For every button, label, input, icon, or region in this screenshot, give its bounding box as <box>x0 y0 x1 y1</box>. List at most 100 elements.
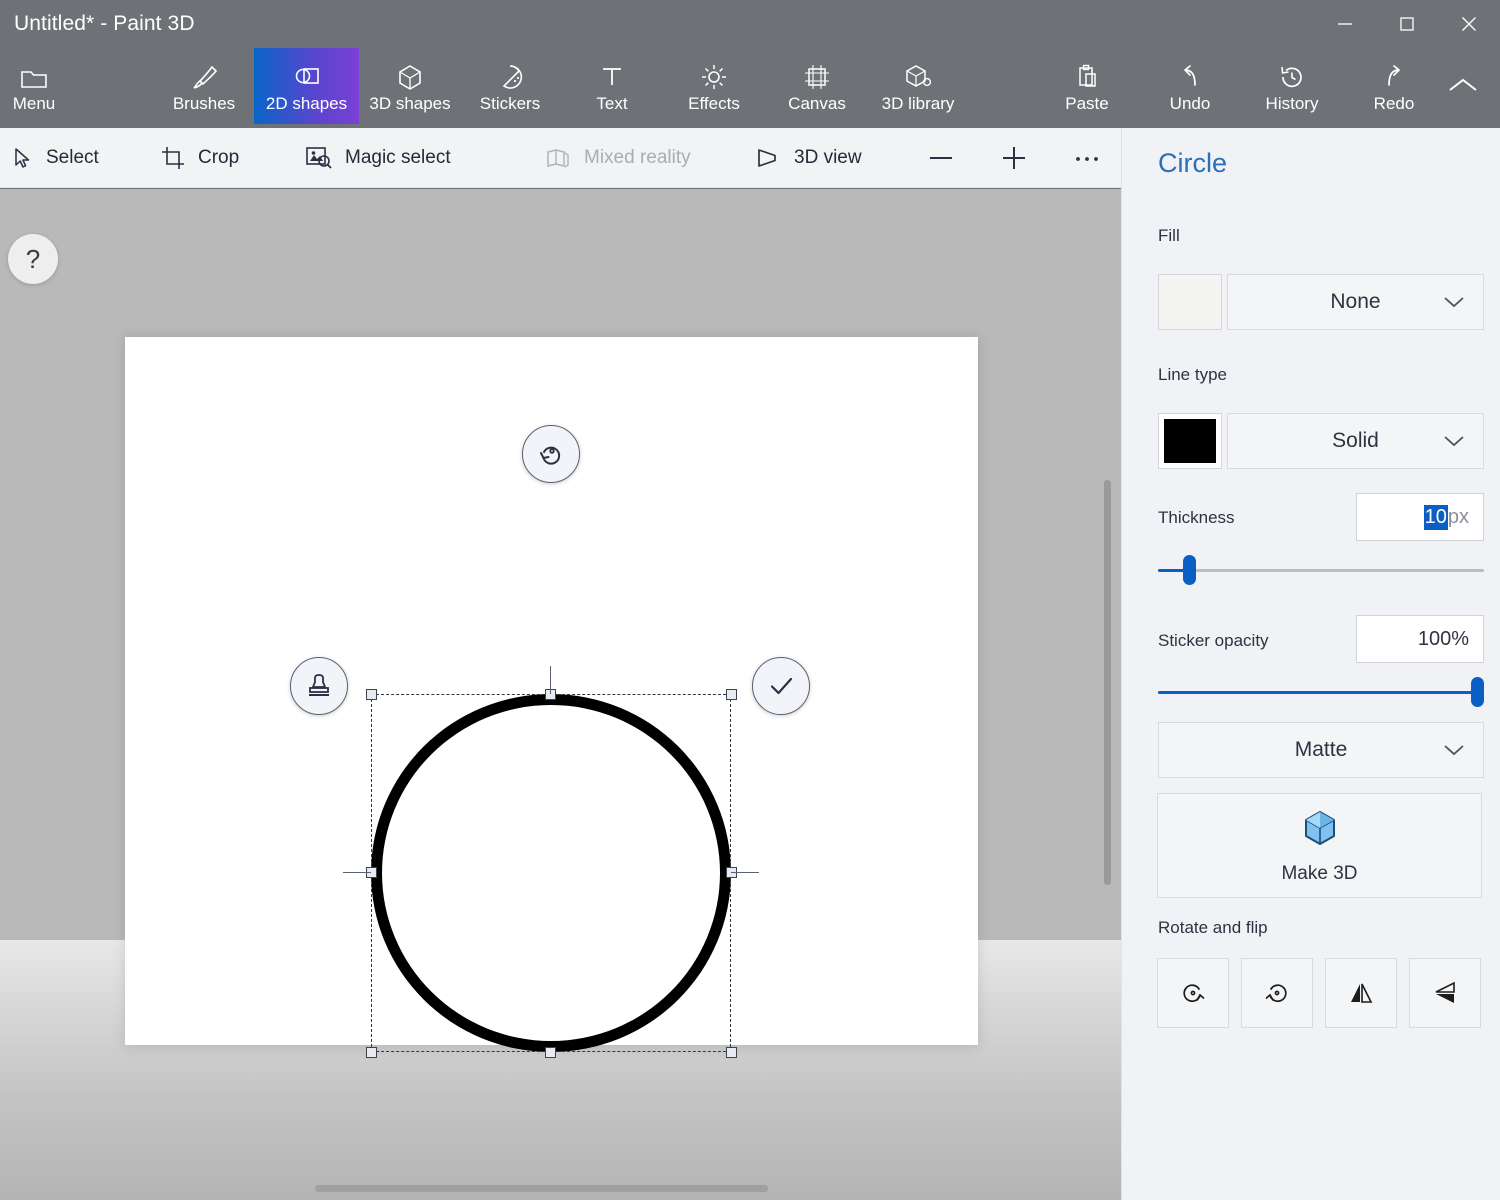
effects-sun-icon <box>699 58 729 92</box>
rotate-left-button[interactable] <box>1157 958 1229 1028</box>
help-button[interactable]: ? <box>8 234 58 284</box>
ribbon-item-canvas[interactable]: Canvas <box>772 48 862 124</box>
ribbon-collapse-button[interactable] <box>1434 48 1492 124</box>
ribbon-item-history[interactable]: History <box>1240 48 1344 124</box>
line-color-fill <box>1164 419 1216 463</box>
rotate-handle-connector <box>550 666 551 694</box>
resize-handle-bottom-left[interactable] <box>366 1047 377 1058</box>
tool-3d-view[interactable]: 3D view <box>754 128 862 187</box>
vertical-scrollbar-thumb[interactable] <box>1104 480 1111 885</box>
stamp-handle[interactable] <box>290 657 348 715</box>
minimize-icon <box>1338 23 1352 25</box>
tool-mixed-reality[interactable]: Mixed reality <box>544 128 691 187</box>
flip-vertical-button[interactable] <box>1409 958 1481 1028</box>
canvas-workspace[interactable]: ? <box>0 189 1121 1200</box>
ribbon-label-history: History <box>1265 94 1319 113</box>
flip-vertical-icon <box>1435 981 1455 1003</box>
selection-bounding-box <box>371 694 731 1052</box>
mixed-reality-icon <box>544 146 572 170</box>
minus-icon <box>924 141 958 175</box>
checkmark-icon <box>770 677 793 695</box>
zoom-out-button[interactable] <box>915 128 967 187</box>
horizontal-scrollbar-thumb[interactable] <box>315 1185 768 1192</box>
tool-crop[interactable]: Crop <box>160 128 239 187</box>
ribbon-item-3d-shapes[interactable]: 3D shapes <box>360 48 460 124</box>
help-question-glyph: ? <box>25 243 41 274</box>
ribbon-item-text[interactable]: Text <box>578 48 646 124</box>
opacity-slider-fill <box>1158 691 1484 694</box>
confirm-handle-connector <box>731 872 759 873</box>
chevron-down-icon <box>1443 743 1465 757</box>
shapes-2d-icon <box>292 58 322 92</box>
opacity-slider-thumb[interactable] <box>1471 677 1484 707</box>
tool-select[interactable]: Select <box>10 128 99 187</box>
line-type-dropdown[interactable]: Solid <box>1227 413 1484 469</box>
opacity-value: 100% <box>1417 627 1469 650</box>
sticker-icon <box>495 58 525 92</box>
minimize-button[interactable] <box>1314 0 1376 48</box>
3d-view-icon <box>754 145 782 171</box>
ribbon-item-stickers[interactable]: Stickers <box>464 48 556 124</box>
opacity-label: Sticker opacity <box>1158 631 1269 650</box>
thickness-label: Thickness <box>1158 508 1235 527</box>
rotate-right-button[interactable] <box>1241 958 1313 1028</box>
paint3d-window: Untitled* - Paint 3D Menu Brushes 2D sha… <box>0 0 1500 1200</box>
ribbon-item-undo[interactable]: Undo <box>1143 48 1237 124</box>
rotate-handle[interactable] <box>522 425 580 483</box>
ribbon-label-text: Text <box>596 94 628 113</box>
ribbon-item-brushes[interactable]: Brushes <box>160 48 248 124</box>
fill-style-dropdown[interactable]: None <box>1227 274 1484 330</box>
line-color-swatch[interactable] <box>1158 413 1222 469</box>
tool-magic-select[interactable]: Magic select <box>305 128 451 187</box>
resize-handle-bottom-center[interactable] <box>545 1047 556 1058</box>
make-3d-button[interactable]: Make 3D <box>1157 793 1482 898</box>
fill-label: Fill <box>1158 226 1180 245</box>
tool-label-magic-select: Magic select <box>345 146 451 168</box>
ribbon-label-stickers: Stickers <box>479 94 541 113</box>
close-button[interactable] <box>1438 0 1500 48</box>
ribbon-label-3d-shapes: 3D shapes <box>369 94 451 113</box>
ribbon-item-redo[interactable]: Redo <box>1348 48 1440 124</box>
thickness-slider-thumb[interactable] <box>1183 555 1196 585</box>
stamp-handle-connector <box>343 872 371 873</box>
resize-handle-top-left[interactable] <box>366 689 377 700</box>
window-title: Untitled* - Paint 3D <box>14 12 195 35</box>
line-type-label: Line type <box>1158 365 1227 384</box>
ribbon-item-menu[interactable]: Menu <box>0 48 68 124</box>
more-options-button[interactable] <box>1062 128 1112 187</box>
plus-icon <box>997 141 1031 175</box>
cube-icon <box>395 58 425 92</box>
tools-toolbar: Select Crop Magic select Mixed reality 3… <box>0 128 1121 188</box>
rotate-left-icon <box>1183 984 1205 1003</box>
confirm-handle[interactable] <box>752 657 810 715</box>
thickness-input[interactable]: 10 px <box>1356 493 1484 541</box>
close-icon <box>1462 17 1476 31</box>
thickness-slider-track[interactable] <box>1158 569 1484 572</box>
ribbon-label-canvas: Canvas <box>788 94 846 113</box>
ribbon-item-2d-shapes[interactable]: 2D shapes <box>254 48 359 124</box>
folder-icon <box>19 58 49 92</box>
title-bar: Untitled* - Paint 3D <box>0 0 1500 48</box>
ribbon-item-3d-library[interactable]: 3D library <box>862 48 974 124</box>
maximize-button[interactable] <box>1376 0 1438 48</box>
ribbon-label-3d-library: 3D library <box>881 94 955 113</box>
opacity-input[interactable]: 100% <box>1356 615 1484 663</box>
zoom-in-button[interactable] <box>988 128 1040 187</box>
flip-horizontal-button[interactable] <box>1325 958 1397 1028</box>
ribbon-item-paste[interactable]: Paste <box>1040 48 1134 124</box>
crop-icon <box>160 145 186 171</box>
ribbon-label-brushes: Brushes <box>172 94 236 113</box>
tool-label-crop: Crop <box>198 146 240 168</box>
fill-style-value: None <box>1330 290 1381 313</box>
material-dropdown[interactable]: Matte <box>1158 722 1484 778</box>
ribbon-item-effects[interactable]: Effects <box>668 48 760 124</box>
redo-arrow-icon <box>1379 58 1409 92</box>
resize-handle-bottom-right[interactable] <box>726 1047 737 1058</box>
resize-handle-top-right[interactable] <box>726 689 737 700</box>
rotate-handle-icon <box>540 446 561 465</box>
fill-color-swatch[interactable] <box>1158 274 1222 330</box>
ellipsis-icon <box>1072 150 1102 166</box>
clipboard-icon <box>1072 58 1102 92</box>
ribbon-label-effects: Effects <box>688 94 740 113</box>
ribbon-label-2d-shapes: 2D shapes <box>265 94 348 113</box>
